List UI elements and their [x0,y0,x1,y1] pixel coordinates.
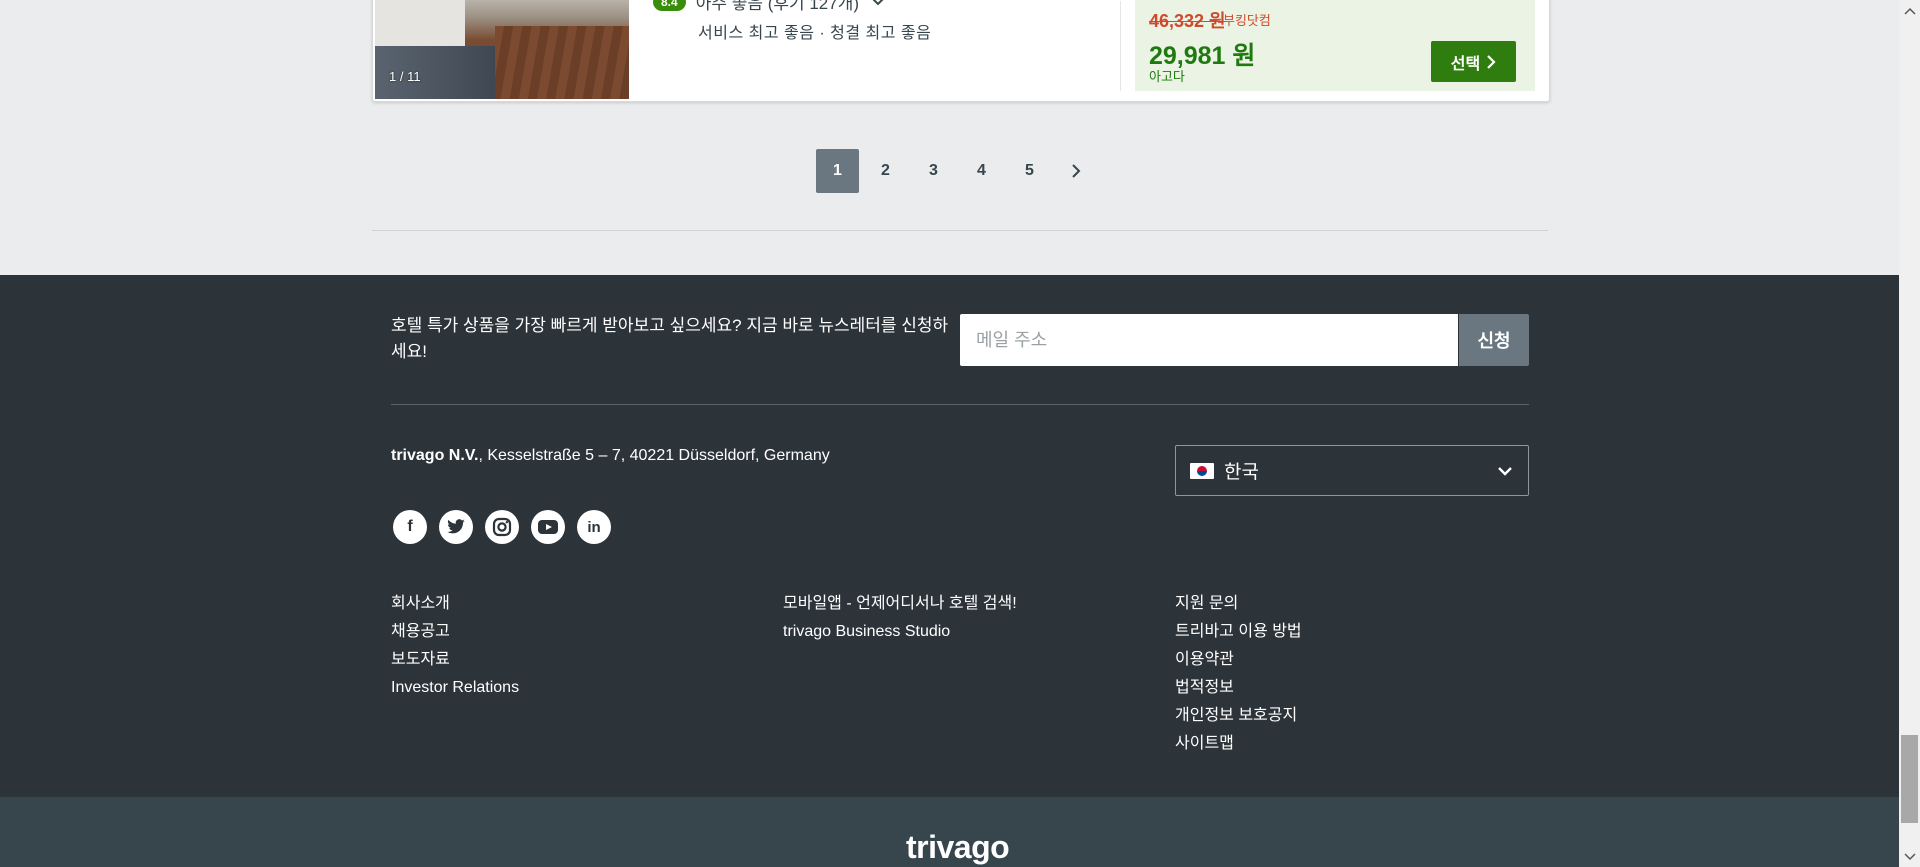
korea-flag-icon [1190,462,1214,479]
chevron-up-icon [1903,7,1916,15]
social-links: f in [393,510,611,544]
footer-link-how-it-works[interactable]: 트리바고 이용 방법 [1175,621,1302,643]
rating-text: 아주 좋음 (후기 127개) [695,0,860,13]
card-divider [1120,1,1121,91]
subscribe-button[interactable]: 신청 [1459,314,1529,366]
company-name: trivago N.V. [391,447,479,464]
footer-divider [391,404,1529,405]
language-select[interactable]: 한국 [1175,445,1529,496]
footer-links-products: 모바일앱 - 언제어디서나 호텔 검색! trivago Business St… [783,593,1017,643]
youtube-icon[interactable] [531,510,565,544]
page-4-button[interactable]: 4 [960,149,1003,193]
footer-link-terms[interactable]: 이용약관 [1175,649,1302,671]
linkedin-icon[interactable]: in [577,510,611,544]
new-price-site: 아고다 [1149,69,1185,84]
results-area: 1 / 11 8.4 아주 좋음 (후기 127개) 서비스 최고 좋음 · 청… [0,0,1899,275]
scroll-up-button[interactable] [1899,0,1920,21]
footer-bottom-bar: trivago [0,797,1899,867]
content-divider [372,230,1548,231]
page-5-button[interactable]: 5 [1008,149,1051,193]
instagram-icon[interactable] [485,510,519,544]
footer-link-investor-relations[interactable]: Investor Relations [391,677,519,699]
footer-link-press[interactable]: 보도자료 [391,649,519,671]
image-bed-shape [375,0,465,46]
newsletter-text: 호텔 특가 상품을 가장 빠르게 받아보고 싶으세요? 지금 바로 뉴스레터를 … [391,316,949,361]
chevron-down-icon[interactable] [869,0,887,11]
footer-links-company: 회사소개 채용공고 보도자료 Investor Relations [391,593,519,699]
rating-badge: 8.4 [653,0,686,11]
image-floor-shape [495,26,629,99]
hotel-image[interactable]: 1 / 11 [375,0,629,99]
twitter-icon[interactable] [439,510,473,544]
next-page-button[interactable] [1056,149,1096,193]
select-button[interactable]: 선택 [1431,41,1516,82]
footer-link-support[interactable]: 지원 문의 [1175,593,1302,615]
footer-link-business-studio[interactable]: trivago Business Studio [783,621,1017,643]
footer-link-mobile-app[interactable]: 모바일앱 - 언제어디서나 호텔 검색! [783,593,1017,615]
trivago-logo[interactable]: trivago [906,829,1010,866]
rating-row[interactable]: 8.4 아주 좋음 (후기 127개) [653,0,887,14]
page-2-button[interactable]: 2 [864,149,907,193]
chevron-right-icon [1072,164,1081,178]
footer-link-sitemap[interactable]: 사이트맵 [1175,733,1302,755]
hotel-card[interactable]: 1 / 11 8.4 아주 좋음 (후기 127개) 서비스 최고 좋음 · 청… [372,0,1550,102]
price-box[interactable]: 46,332 원 부킹닷컴 29,981 원 아고다 선택 [1135,0,1535,91]
facebook-icon[interactable]: f [393,510,427,544]
select-button-label: 선택 [1450,55,1481,73]
image-counter: 1 / 11 [389,69,421,84]
address-text: , Kesselstraße 5 – 7, 40221 Düsseldorf, … [478,447,830,464]
email-field[interactable] [960,314,1458,366]
footer-link-legal[interactable]: 법적정보 [1175,677,1302,699]
old-price: 46,332 원 [1149,11,1226,31]
scroll-down-button[interactable] [1899,846,1920,867]
chevron-down-icon [1498,466,1512,476]
page-scrollbar[interactable] [1899,0,1920,867]
company-address: trivago N.V., Kesselstraße 5 – 7, 40221 … [391,447,830,465]
page-3-button[interactable]: 3 [912,149,955,193]
language-label: 한국 [1224,462,1259,483]
old-price-site: 부킹닷컴 [1223,13,1271,28]
footer-link-privacy[interactable]: 개인정보 보호공지 [1175,705,1302,727]
pagination: 1 2 3 4 5 [816,149,1096,193]
chevron-down-icon [1903,852,1916,860]
footer-link-about[interactable]: 회사소개 [391,593,519,615]
scrollbar-thumb[interactable] [1901,735,1918,823]
chevron-right-icon [1487,54,1496,69]
footer: 호텔 특가 상품을 가장 빠르게 받아보고 싶으세요? 지금 바로 뉴스레터를 … [0,275,1899,797]
page-1-button[interactable]: 1 [816,149,859,193]
footer-link-careers[interactable]: 채용공고 [391,621,519,643]
review-detail: 서비스 최고 좋음 · 청결 최고 좋음 [698,25,932,42]
footer-links-support: 지원 문의 트리바고 이용 방법 이용약관 법적정보 개인정보 보호공지 사이트… [1175,593,1302,755]
